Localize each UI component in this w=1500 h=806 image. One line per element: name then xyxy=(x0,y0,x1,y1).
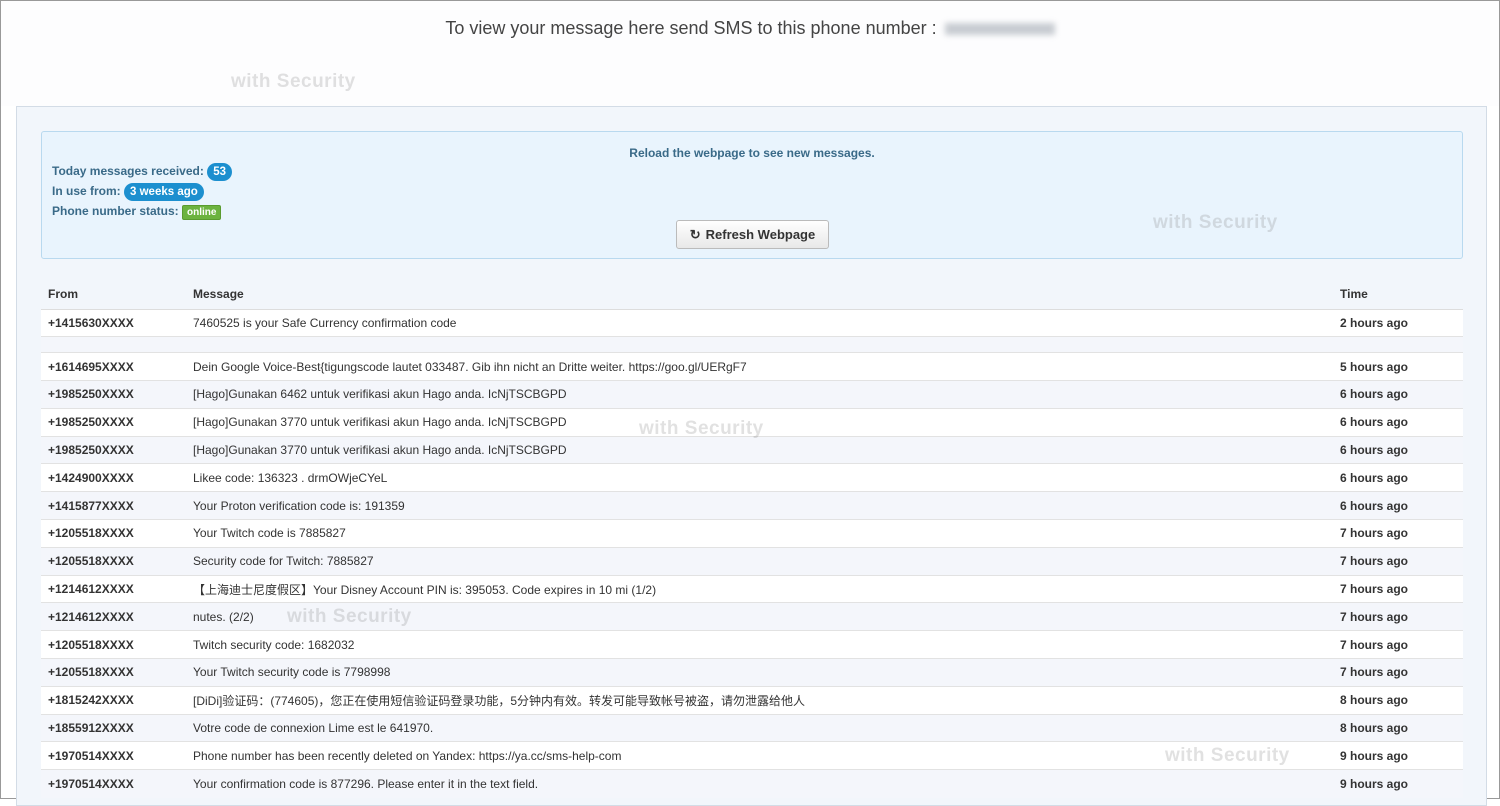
table-row: +1205518XXXX Security code for Twitch: 78… xyxy=(41,546,1463,576)
from-cell: +1985250XXXX xyxy=(41,435,186,464)
table-row: +1214612XXXX 【上海迪士尼度假区】Your Disney Accoun… xyxy=(41,574,1463,603)
message-cell: [Hago]Gunakan 3770 untuk verifikasi akun… xyxy=(186,435,1333,464)
message-cell: Your confirmation code is 877296. Please… xyxy=(186,769,1333,798)
from-cell: +1985250XXXX xyxy=(41,407,186,437)
table-row: +1415877XXXX Your Proton verification cod… xyxy=(41,491,1463,520)
from-cell: +1424900XXXX xyxy=(41,463,186,492)
reload-notice: Reload the webpage to see new messages. xyxy=(629,146,875,160)
table-row: +1815242XXXX [DiDi]验证码：(774605)，您正在使用短信验证… xyxy=(41,685,1463,715)
today-messages: Today messages received: 53 xyxy=(52,163,232,181)
table-row: +1205518XXXX Twitch security code: 168203… xyxy=(41,630,1463,659)
message-cell: Likee code: 136323 . drmOWjeCYeL xyxy=(186,463,1333,492)
table-row: +1985250XXXX [Hago]Gunakan 6462 untuk ver… xyxy=(41,380,1463,409)
from-cell: +1970514XXXX xyxy=(41,769,186,798)
time-cell: 7 hours ago xyxy=(1333,658,1463,687)
time-cell: 2 hours ago xyxy=(1333,308,1463,337)
from-cell: +1614695XXXX xyxy=(41,352,186,381)
today-count-badge: 53 xyxy=(207,163,232,181)
from-cell: +1415630XXXX xyxy=(41,308,186,337)
info-box: Reload the webpage to see new messages. … xyxy=(41,131,1463,259)
table-row: +1214612XXXX nutes. (2/2) 7 hours ago xyxy=(41,602,1463,631)
time-cell: 5 hours ago xyxy=(1333,352,1463,381)
table-row: +1614695XXXX Dein Google Voice-Best{tigun… xyxy=(41,352,1463,381)
status-badge: online xyxy=(182,205,222,220)
table-header: From Message Time xyxy=(41,279,1463,310)
message-cell: Security code for Twitch: 7885827 xyxy=(186,546,1333,576)
message-cell: Twitch security code: 1682032 xyxy=(186,630,1333,659)
messages-panel: Reload the webpage to see new messages. … xyxy=(16,106,1487,806)
from-cell: +1214612XXXX xyxy=(41,602,186,631)
message-cell: Your Proton verification code is: 191359 xyxy=(186,491,1333,520)
time-cell: 8 hours ago xyxy=(1333,685,1463,715)
from-cell: +1415877XXXX xyxy=(41,491,186,520)
table-row: +1855912XXXX Votre code de connexion Lime… xyxy=(41,713,1463,742)
time-cell: 7 hours ago xyxy=(1333,630,1463,659)
time-cell: 9 hours ago xyxy=(1333,769,1463,798)
time-cell: 6 hours ago xyxy=(1333,407,1463,437)
col-message: Message xyxy=(186,279,1333,310)
from-cell xyxy=(41,336,186,353)
table-row: +1970514XXXX Your confirmation code is 87… xyxy=(41,769,1463,798)
refresh-webpage-button[interactable]: ↻ Refresh Webpage xyxy=(676,220,829,249)
col-from: From xyxy=(41,279,186,310)
from-cell: +1970514XXXX xyxy=(41,741,186,770)
table-row: +1205518XXXX Your Twitch security code is… xyxy=(41,658,1463,687)
in-use-from: In use from: 3 weeks ago xyxy=(52,183,204,201)
from-cell: +1205518XXXX xyxy=(41,546,186,576)
time-cell: 6 hours ago xyxy=(1333,463,1463,492)
phone-status: Phone number status: online xyxy=(52,204,222,220)
refresh-icon: ↻ xyxy=(689,226,701,242)
time-cell: 6 hours ago xyxy=(1333,380,1463,409)
message-cell: 7460525 is your Safe Currency confirmati… xyxy=(186,308,1333,337)
time-cell: 6 hours ago xyxy=(1333,491,1463,520)
message-cell: [DiDi]验证码：(774605)，您正在使用短信验证码登录功能，5分钟内有效… xyxy=(186,685,1333,715)
message-cell: Phone number has been recently deleted o… xyxy=(186,741,1333,770)
redacted-phone-number xyxy=(944,23,1055,36)
from-cell: +1815242XXXX xyxy=(41,685,186,715)
table-row xyxy=(41,336,1463,353)
table-row: +1205518XXXX Your Twitch code is 7885827 7… xyxy=(41,519,1463,548)
col-time: Time xyxy=(1333,279,1463,310)
from-cell: +1855912XXXX xyxy=(41,713,186,742)
time-cell: 7 hours ago xyxy=(1333,546,1463,576)
table-row: +1970514XXXX Phone number has been recent… xyxy=(41,741,1463,770)
table-row: +1424900XXXX Likee code: 136323 . drmOWje… xyxy=(41,463,1463,492)
message-cell: Your Twitch security code is 7798998 xyxy=(186,658,1333,687)
message-cell xyxy=(186,336,1333,353)
time-cell: 7 hours ago xyxy=(1333,519,1463,548)
message-cell: [Hago]Gunakan 6462 untuk verifikasi akun… xyxy=(186,380,1333,409)
table-row: +1415630XXXX 7460525 is your Safe Currenc… xyxy=(41,308,1463,337)
from-cell: +1985250XXXX xyxy=(41,380,186,409)
header-title: To view your message here send SMS to th… xyxy=(1,18,1499,39)
time-cell xyxy=(1333,336,1463,353)
from-cell: +1205518XXXX xyxy=(41,519,186,548)
time-cell: 7 hours ago xyxy=(1333,574,1463,603)
time-cell: 7 hours ago xyxy=(1333,602,1463,631)
from-cell: +1205518XXXX xyxy=(41,658,186,687)
message-cell: Your Twitch code is 7885827 xyxy=(186,519,1333,548)
time-cell: 8 hours ago xyxy=(1333,713,1463,742)
message-cell: nutes. (2/2) xyxy=(186,602,1333,631)
table-row: +1985250XXXX [Hago]Gunakan 3770 untuk ver… xyxy=(41,407,1463,437)
time-cell: 6 hours ago xyxy=(1333,435,1463,464)
message-cell: Dein Google Voice-Best{tigungscode laute… xyxy=(186,352,1333,381)
from-cell: +1214612XXXX xyxy=(41,574,186,603)
message-cell: Votre code de connexion Lime est le 6419… xyxy=(186,713,1333,742)
message-cell: [Hago]Gunakan 3770 untuk verifikasi akun… xyxy=(186,407,1333,437)
message-cell: 【上海迪士尼度假区】Your Disney Account PIN is: 39… xyxy=(186,574,1333,603)
from-cell: +1205518XXXX xyxy=(41,630,186,659)
time-cell: 9 hours ago xyxy=(1333,741,1463,770)
messages-table: From Message Time +1415630XXXX 7460525 is… xyxy=(41,279,1463,798)
in-use-badge: 3 weeks ago xyxy=(124,183,204,201)
page-header: To view your message here send SMS to th… xyxy=(1,1,1499,106)
table-row: +1985250XXXX [Hago]Gunakan 3770 untuk ver… xyxy=(41,435,1463,464)
